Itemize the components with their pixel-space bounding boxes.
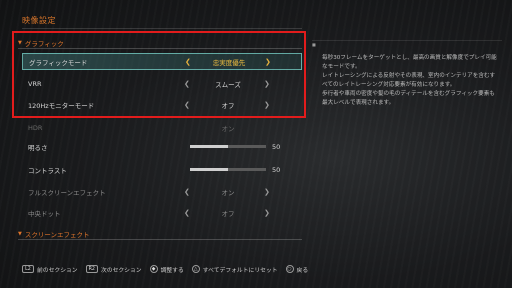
setting-row-center-dot[interactable]: 中央ドット ❮ オフ ❯ — [22, 204, 302, 221]
arrow-right-icon[interactable]: ❯ — [264, 101, 270, 109]
slider-value: 50 — [272, 142, 281, 151]
collapse-icon: ▼ — [18, 40, 22, 46]
description-panel: 毎秒30フレームをターゲットとし、最高の画質と解像度でプレイ可能なモードです。 … — [312, 40, 502, 245]
setting-row-brightness[interactable]: 明るさ 50 — [22, 138, 302, 155]
setting-value: オン — [221, 188, 235, 197]
setting-label: VRR — [28, 79, 42, 88]
setting-value: 忠実度優先 — [212, 58, 246, 67]
setting-row-contrast[interactable]: コントラスト 50 — [22, 161, 302, 178]
section-label: スクリーンエフェクト — [24, 231, 90, 239]
divider — [18, 239, 302, 240]
circle-button-icon: ○ — [285, 265, 294, 273]
hint-label: すべてデフォルトにリセット — [202, 267, 278, 274]
section-label: グラフィック — [24, 40, 64, 48]
hint-label: 次のセクション — [100, 267, 142, 274]
setting-row-graphics-mode[interactable]: グラフィックモード ❮ 忠実度優先 ❯ — [22, 53, 302, 70]
setting-row-vrr[interactable]: VRR ❮ スムーズ ❯ — [22, 75, 302, 92]
page-title: 映像設定 — [22, 15, 302, 29]
section-header-graphics[interactable]: ▼ グラフィック — [18, 38, 64, 48]
setting-label: フルスクリーンエフェクト — [28, 188, 106, 197]
r2-button-icon: R2 — [85, 265, 98, 273]
arrow-right-icon[interactable]: ❯ — [264, 209, 270, 217]
collapse-icon: ▼ — [18, 231, 22, 237]
setting-row-120hz-monitor[interactable]: 120Hzモニターモード ❮ オフ ❯ — [22, 96, 302, 113]
arrow-left-icon[interactable]: ❮ — [184, 188, 190, 196]
hint-reset-defaults[interactable]: △ すべてデフォルトにリセット — [191, 265, 278, 274]
arrow-right-icon[interactable]: ❯ — [265, 58, 271, 66]
arrow-right-icon[interactable]: ❯ — [264, 80, 270, 88]
hint-back[interactable]: ○ 戻る — [285, 265, 309, 274]
setting-label: グラフィックモード — [29, 58, 88, 67]
contrast-slider[interactable] — [190, 168, 266, 171]
slider-value: 50 — [272, 165, 281, 174]
slider-fill — [190, 145, 228, 148]
setting-label: 中央ドット — [28, 209, 61, 218]
setting-label: HDR — [28, 123, 43, 132]
section-header-screen-effect[interactable]: ▼ スクリーンエフェクト — [18, 229, 90, 239]
arrow-left-icon[interactable]: ❮ — [185, 58, 191, 66]
setting-value: オン — [221, 124, 235, 133]
triangle-button-icon: △ — [191, 265, 200, 273]
divider — [18, 48, 302, 49]
hint-adjust[interactable]: ◆ 調整する — [149, 265, 184, 274]
description-text: 毎秒30フレームをターゲットとし、最高の画質と解像度でプレイ可能なモードです。 … — [322, 55, 497, 106]
hint-label: 戻る — [296, 267, 309, 274]
hint-label: 調整する — [160, 267, 184, 274]
arrow-right-icon[interactable]: ❯ — [264, 188, 270, 196]
setting-value: オフ — [221, 209, 235, 218]
hint-next-section[interactable]: R2 次のセクション — [85, 265, 142, 274]
setting-label: 明るさ — [28, 143, 48, 152]
setting-row-hdr: HDR オン — [22, 119, 302, 136]
arrow-left-icon[interactable]: ❮ — [184, 80, 190, 88]
brightness-slider[interactable] — [190, 145, 266, 148]
slider-fill — [190, 168, 228, 171]
setting-label: 120Hzモニターモード — [28, 101, 95, 110]
arrow-left-icon[interactable]: ❮ — [184, 209, 190, 217]
setting-value: オフ — [221, 101, 235, 110]
dpad-icon: ◆ — [149, 265, 158, 273]
hint-label: 前のセクション — [37, 267, 78, 274]
setting-row-fullscreen-effect[interactable]: フルスクリーンエフェクト ❮ オン ❯ — [22, 183, 302, 200]
button-hints-bar: L2 前のセクション R2 次のセクション ◆ 調整する △ すべてデフォルトに… — [0, 258, 512, 280]
arrow-left-icon[interactable]: ❮ — [184, 101, 190, 109]
setting-label: コントラスト — [28, 166, 67, 175]
hint-prev-section[interactable]: L2 前のセクション — [22, 265, 78, 274]
setting-value: スムーズ — [215, 80, 241, 89]
l2-button-icon: L2 — [22, 265, 34, 273]
